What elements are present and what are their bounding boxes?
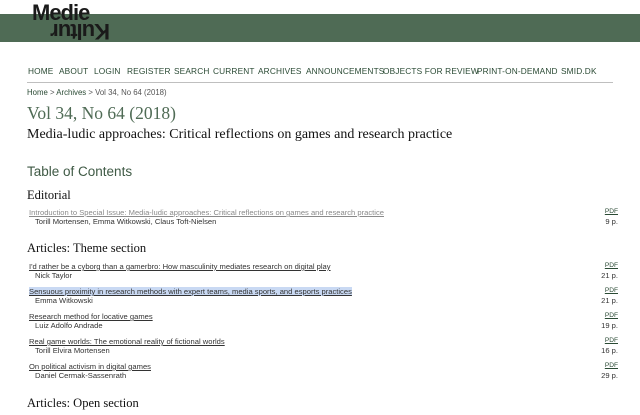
pdf-link[interactable]: PDF xyxy=(605,312,618,319)
article-authors: Torill Elvira Mortensen xyxy=(35,346,110,355)
pdf-link[interactable]: PDF xyxy=(605,362,618,369)
nav-objects-for-review[interactable]: OBJECTS FOR REVIEW xyxy=(383,66,479,76)
article-pages: 21 p. xyxy=(601,271,618,280)
article-title[interactable]: On political activism in digital games xyxy=(29,362,151,371)
article-title[interactable]: Research method for locative games xyxy=(29,312,153,321)
section-theme: Articles: Theme section xyxy=(27,241,147,255)
article-title[interactable]: Real game worlds: The emotional reality … xyxy=(29,337,225,346)
site-banner: Medie Kultur xyxy=(0,0,640,46)
breadcrumb-current[interactable]: Vol 34, No 64 (2018) xyxy=(95,88,167,97)
section-open: Articles: Open section xyxy=(27,396,139,410)
article-pages: 16 p. xyxy=(601,346,618,355)
article-pages: 29 p. xyxy=(601,371,618,380)
nav-login[interactable]: LOGIN xyxy=(94,66,121,76)
nav-home[interactable]: HOME xyxy=(28,66,54,76)
article-pages: 9 p. xyxy=(605,217,618,226)
nav-print-on-demand[interactable]: PRINT-ON-DEMAND xyxy=(477,66,558,76)
breadcrumb: Home > Archives > Vol 34, No 64 (2018) xyxy=(27,88,167,97)
article-title[interactable]: I'd rather be a cyborg than a gamerbro: … xyxy=(29,262,331,271)
pdf-link[interactable]: PDF xyxy=(605,208,618,215)
pdf-link[interactable]: PDF xyxy=(605,287,618,294)
toc-title: Table of Contents xyxy=(27,164,133,179)
breadcrumb-home[interactable]: Home xyxy=(27,88,48,97)
pdf-link[interactable]: PDF xyxy=(605,337,618,344)
nav-about[interactable]: ABOUT xyxy=(59,66,88,76)
article-title-highlighted[interactable]: Sensuous proximity in research methods w… xyxy=(29,287,352,296)
section-editorial: Editorial xyxy=(27,188,71,202)
nav-smid[interactable]: SMID.DK xyxy=(561,66,597,76)
pdf-link[interactable]: PDF xyxy=(605,262,618,269)
breadcrumb-separator: > xyxy=(47,88,57,97)
nav-archives[interactable]: ARCHIVES xyxy=(258,66,302,76)
article-authors: Daniel Cermak-Sassenrath xyxy=(35,371,127,380)
article-title[interactable]: Introduction to Special Issue: Media-lud… xyxy=(29,208,384,217)
article-pages: 19 p. xyxy=(601,321,618,330)
issue-description: Media-ludic approaches: Critical reflect… xyxy=(27,127,453,142)
breadcrumb-separator: > xyxy=(86,88,96,97)
article-authors: Luiz Adolfo Andrade xyxy=(35,321,103,330)
logo-text-bottom: Kultur xyxy=(50,19,110,44)
nav-announcements[interactable]: ANNOUNCEMENTS xyxy=(306,66,384,76)
issue-title: Vol 34, No 64 (2018) xyxy=(27,103,176,123)
nav-search[interactable]: SEARCH xyxy=(174,66,209,76)
article-authors: Emma Witkowski xyxy=(35,296,93,305)
nav-divider xyxy=(27,82,613,83)
article-authors: Nick Taylor xyxy=(35,271,72,280)
site-logo[interactable]: Medie Kultur xyxy=(30,0,130,46)
article-pages: 21 p. xyxy=(601,296,618,305)
nav-register[interactable]: REGISTER xyxy=(127,66,171,76)
breadcrumb-archives[interactable]: Archives xyxy=(56,88,86,97)
nav-current[interactable]: CURRENT xyxy=(213,66,255,76)
article-authors: Torill Mortensen, Emma Witkowski, Claus … xyxy=(35,217,217,226)
